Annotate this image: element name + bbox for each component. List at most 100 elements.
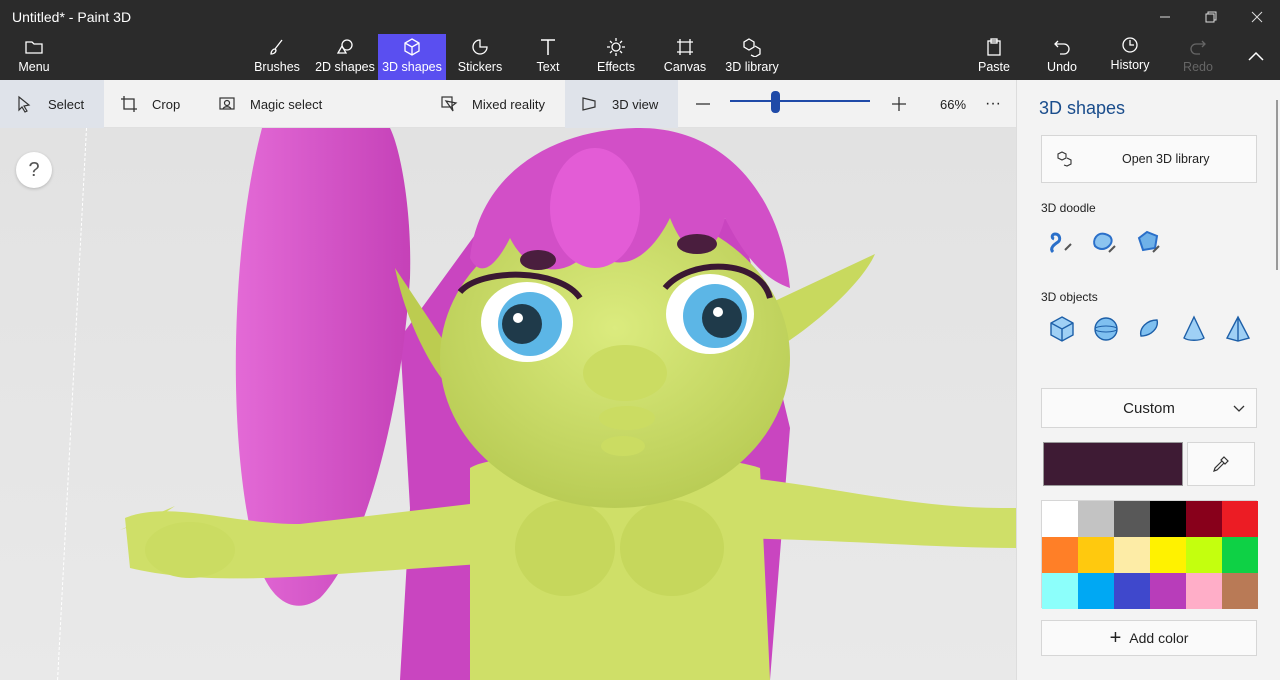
panel-title: 3D shapes [1039, 98, 1126, 118]
tool-3d-shapes[interactable]: 3D shapes [378, 34, 446, 80]
tool-label: 3D library [725, 60, 779, 74]
zoom-in-button[interactable] [888, 80, 910, 128]
palette-swatch[interactable] [1150, 573, 1186, 609]
help-label: ? [28, 158, 40, 181]
ribbon: Menu Brushes 2D shapes 3D shapes Sticker… [0, 34, 1280, 80]
close-button[interactable] [1234, 0, 1280, 34]
add-color-button[interactable]: + Add color [1041, 620, 1257, 656]
tool-2d-shapes[interactable]: 2D shapes [312, 34, 378, 80]
zoom-level: 66% [940, 80, 970, 128]
window-title: Untitled* - Paint 3D [12, 9, 132, 25]
3d-view-label: 3D view [612, 96, 659, 112]
history-label: History [1110, 58, 1150, 72]
title-bar: Untitled* - Paint 3D [0, 0, 1280, 34]
paste-icon [987, 38, 1001, 56]
redo-label: Redo [1183, 60, 1213, 74]
palette-swatch[interactable] [1114, 501, 1150, 537]
palette-swatch[interactable] [1078, 501, 1114, 537]
palette-swatch[interactable] [1114, 537, 1150, 573]
zoom-level-label: 66% [940, 96, 967, 112]
paste-button[interactable]: Paste [974, 34, 1014, 80]
paste-label: Paste [978, 60, 1010, 74]
zoom-slider[interactable] [730, 100, 870, 102]
soft-edge-doodle-icon[interactable] [1089, 226, 1119, 256]
tool-stickers[interactable]: Stickers [454, 34, 506, 80]
restore-button[interactable] [1188, 0, 1234, 34]
zoom-slider-thumb[interactable] [770, 91, 780, 113]
tool-label: Stickers [457, 60, 503, 74]
color-palette [1041, 500, 1258, 609]
pointer-icon [18, 95, 31, 113]
palette-swatch[interactable] [1186, 537, 1222, 573]
tool-3d-library[interactable]: 3D library [722, 34, 782, 80]
panel-scrollbar[interactable] [1276, 100, 1278, 270]
palette-swatch[interactable] [1078, 573, 1114, 609]
cone-icon[interactable] [1179, 314, 1209, 344]
palette-swatch[interactable] [1222, 573, 1258, 609]
history-button[interactable]: History [1106, 34, 1154, 80]
palette-swatch[interactable] [1186, 573, 1222, 609]
minimize-icon [1160, 16, 1170, 18]
help-button[interactable]: ? [16, 152, 52, 188]
effects-icon [607, 38, 625, 56]
palette-swatch[interactable] [1222, 537, 1258, 573]
pyramid-icon[interactable] [1223, 314, 1253, 344]
material-value: Custom [1123, 399, 1175, 417]
tube-doodle-icon[interactable] [1133, 226, 1163, 256]
menu-label: Menu [18, 60, 50, 74]
minimize-button[interactable] [1142, 0, 1188, 34]
2d-shapes-icon [336, 39, 353, 54]
text-icon [541, 39, 555, 55]
3d-shapes-icon [404, 38, 420, 56]
chevron-up-icon [1248, 51, 1264, 61]
stickers-icon [472, 39, 488, 55]
palette-swatch[interactable] [1186, 501, 1222, 537]
select-tool[interactable]: Select [0, 80, 104, 128]
undo-icon [1054, 40, 1070, 55]
undo-button[interactable]: Undo [1042, 34, 1082, 80]
palette-swatch[interactable] [1078, 537, 1114, 573]
tool-effects[interactable]: Effects [592, 34, 640, 80]
folder-icon [25, 41, 43, 54]
tool-text[interactable]: Text [528, 34, 568, 80]
collapse-ribbon-button[interactable] [1236, 34, 1276, 80]
eyedropper-button[interactable] [1187, 442, 1255, 486]
3d-objects-label: 3D objects [1041, 290, 1098, 304]
palette-swatch[interactable] [1042, 573, 1078, 609]
capsule-icon[interactable] [1135, 314, 1165, 344]
add-color-label: Add color [1129, 630, 1189, 646]
more-options-button[interactable]: ··· [982, 80, 1004, 128]
plus-icon: + [1109, 626, 1122, 649]
crop-tool[interactable]: Crop [120, 80, 200, 128]
close-icon [1251, 11, 1263, 23]
redo-button[interactable]: Redo [1178, 34, 1218, 80]
tool-brushes[interactable]: Brushes [250, 34, 304, 80]
menu-button[interactable]: Menu [14, 34, 54, 80]
mixed-reality-button[interactable]: Mixed reality [440, 80, 556, 128]
3d-character-model[interactable] [0, 128, 1016, 680]
material-dropdown[interactable]: Custom [1041, 388, 1257, 428]
crop-icon [121, 96, 137, 112]
palette-swatch[interactable] [1150, 501, 1186, 537]
magic-select-icon [219, 97, 235, 110]
selected-color-swatch[interactable] [1043, 442, 1183, 486]
sharp-edge-doodle-icon[interactable] [1045, 226, 1075, 256]
palette-swatch[interactable] [1042, 537, 1078, 573]
magic-select-tool[interactable]: Magic select [218, 80, 338, 128]
crop-label: Crop [152, 96, 181, 112]
palette-swatch[interactable] [1042, 501, 1078, 537]
tool-canvas[interactable]: Canvas [660, 34, 710, 80]
magic-select-label: Magic select [250, 96, 323, 112]
3d-view-icon [582, 97, 596, 111]
3d-library-icon [743, 38, 761, 57]
3d-view-toggle[interactable]: 3D view [565, 80, 678, 128]
palette-swatch[interactable] [1222, 501, 1258, 537]
open-3d-library-button[interactable]: Open 3D library [1041, 135, 1257, 183]
palette-swatch[interactable] [1114, 573, 1150, 609]
3d-library-icon [1057, 151, 1072, 167]
sphere-icon[interactable] [1091, 314, 1121, 344]
cube-icon[interactable] [1047, 314, 1077, 344]
palette-swatch[interactable] [1150, 537, 1186, 573]
canvas-area[interactable]: ? [0, 128, 1016, 680]
zoom-out-button[interactable] [692, 80, 714, 128]
